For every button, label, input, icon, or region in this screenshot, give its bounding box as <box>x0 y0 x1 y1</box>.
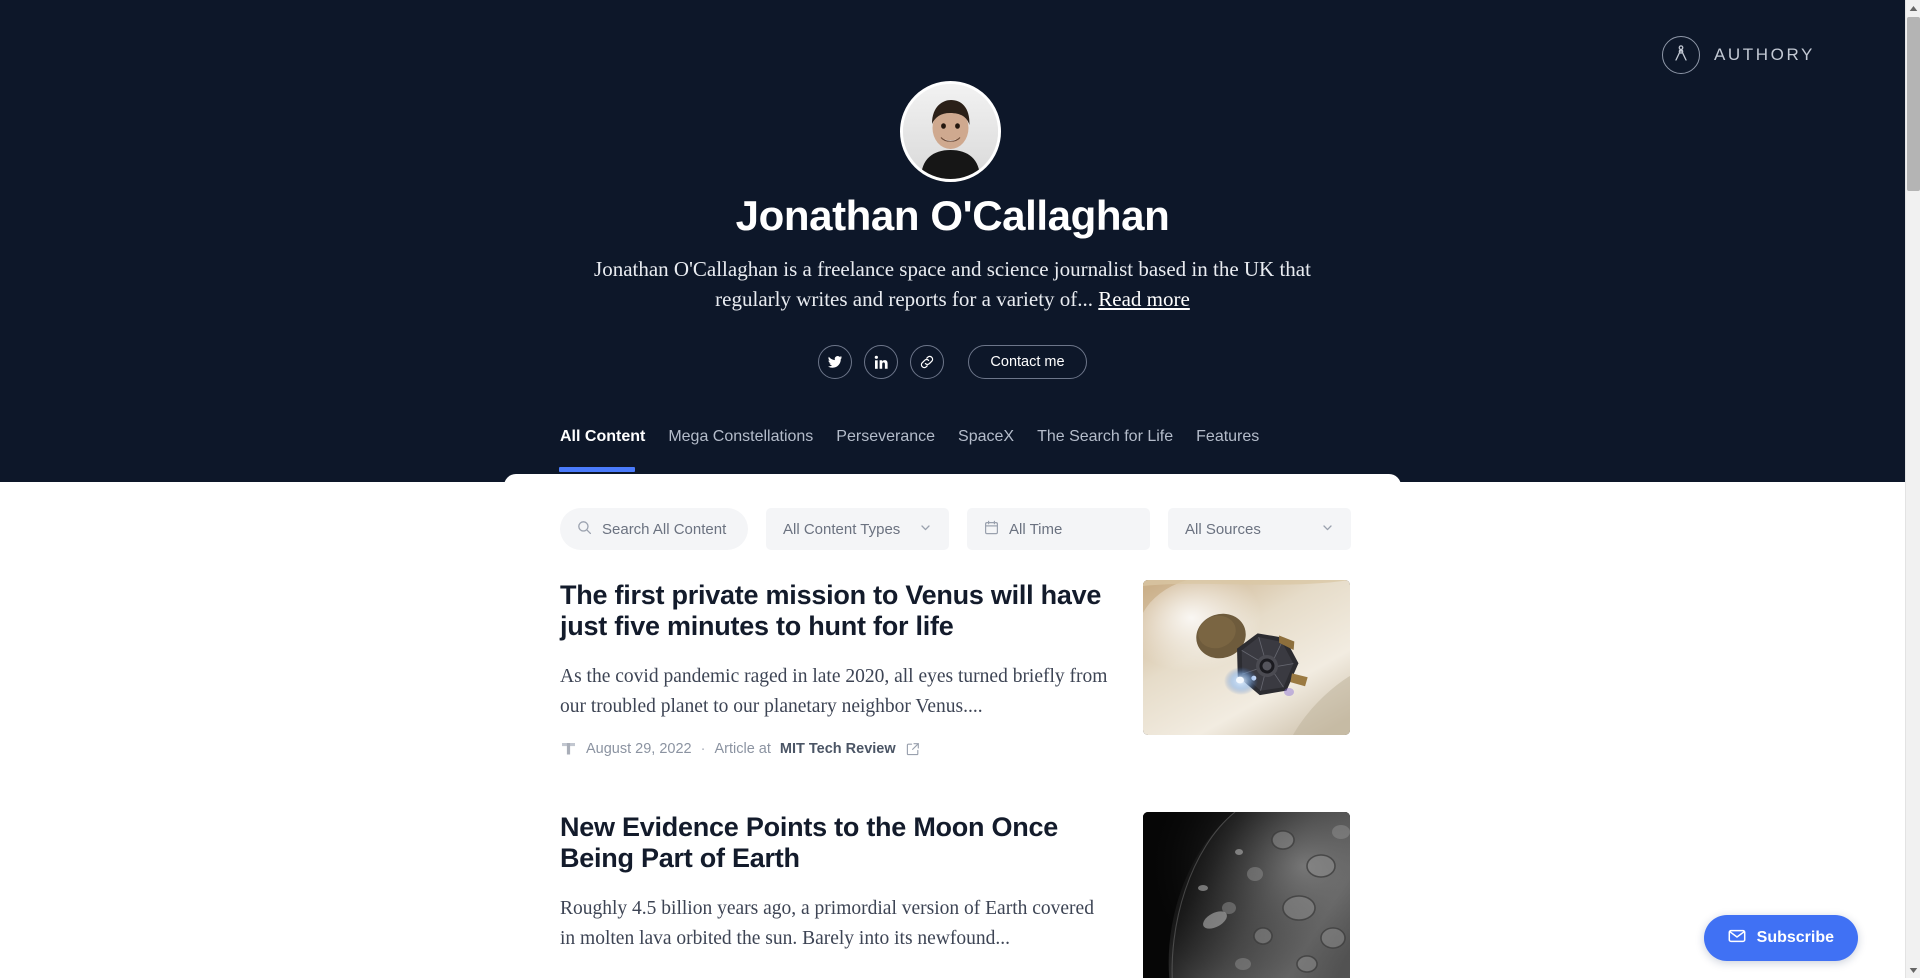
scroll-up-arrow-icon[interactable] <box>1906 0 1920 16</box>
list-item: New Evidence Points to the Moon Once Bei… <box>560 812 1350 978</box>
social-links: Contact me <box>0 345 1905 379</box>
tab-spacex[interactable]: SpaceX <box>958 428 1037 472</box>
search-input[interactable]: Search All Content <box>560 508 748 550</box>
content-tabs: All Content Mega Constellations Persever… <box>558 428 1282 472</box>
authory-logo[interactable]: AUTHORY <box>1661 36 1815 74</box>
envelope-icon <box>1728 927 1746 950</box>
chevron-down-icon <box>1321 521 1334 538</box>
article-date: August 29, 2022 <box>586 740 692 757</box>
linkedin-icon[interactable] <box>864 345 899 379</box>
article-thumbnail[interactable] <box>1143 812 1350 978</box>
contact-me-button[interactable]: Contact me <box>968 345 1087 379</box>
calendar-icon <box>984 520 999 539</box>
content-type-value: All Content Types <box>783 520 901 538</box>
scrollbar[interactable] <box>1905 0 1920 978</box>
scrollbar-thumb[interactable] <box>1907 17 1920 191</box>
page-title: Jonathan O'Callaghan <box>735 192 1170 239</box>
filter-bar: Search All Content All Content Types All… <box>560 508 1351 550</box>
chevron-down-icon <box>919 521 932 538</box>
profile-bio: Jonathan O'Callaghan is a freelance spac… <box>588 254 1318 314</box>
mit-tech-review-icon <box>560 740 577 757</box>
read-more-link[interactable]: Read more <box>1098 287 1190 311</box>
avatar <box>899 81 1001 182</box>
search-icon <box>577 520 592 539</box>
external-link-icon[interactable] <box>905 740 922 757</box>
time-filter-value: All Time <box>1009 520 1063 538</box>
tab-mega-constellations[interactable]: Mega Constellations <box>668 428 836 472</box>
sources-dropdown[interactable]: All Sources <box>1168 508 1351 550</box>
article-text-block: The first private mission to Venus will … <box>560 580 1110 757</box>
list-item: The first private mission to Venus will … <box>560 580 1350 757</box>
tab-perseverance[interactable]: Perseverance <box>836 428 958 472</box>
authory-logo-text: AUTHORY <box>1713 45 1815 64</box>
article-excerpt: As the covid pandemic raged in late 2020… <box>560 666 1108 717</box>
article-source[interactable]: MIT Tech Review <box>780 741 896 757</box>
link-icon[interactable] <box>910 345 945 379</box>
twitter-icon[interactable] <box>818 345 853 379</box>
article-text-block: New Evidence Points to the Moon Once Bei… <box>560 812 1110 954</box>
article-meta: August 29, 2022 · Article at MIT Tech Re… <box>560 740 1110 757</box>
article-list: The first private mission to Venus will … <box>560 580 1350 978</box>
hero-header: AUTHORY Jonathan O'Callaghan Jonathan O'… <box>0 0 1905 482</box>
tab-all-content[interactable]: All Content <box>558 428 668 472</box>
search-placeholder: Search All Content <box>602 520 727 538</box>
article-title[interactable]: The first private mission to Venus will … <box>560 580 1110 642</box>
article-title[interactable]: New Evidence Points to the Moon Once Bei… <box>560 812 1110 874</box>
time-filter[interactable]: All Time <box>967 508 1150 550</box>
profile-bio-text: Jonathan O'Callaghan is a freelance spac… <box>594 257 1311 311</box>
article-type-prefix: Article at <box>714 740 771 757</box>
tab-features[interactable]: Features <box>1196 428 1282 472</box>
scroll-down-arrow-icon[interactable] <box>1906 962 1920 978</box>
article-excerpt: Roughly 4.5 billion years ago, a primord… <box>560 898 1094 949</box>
content-type-dropdown[interactable]: All Content Types <box>766 508 949 550</box>
subscribe-label: Subscribe <box>1756 929 1834 946</box>
meta-separator: · <box>700 740 706 757</box>
tab-the-search-for-life[interactable]: The Search for Life <box>1037 428 1196 472</box>
subscribe-button[interactable]: Subscribe <box>1703 915 1858 961</box>
article-thumbnail[interactable] <box>1143 580 1350 735</box>
sources-value: All Sources <box>1185 520 1261 538</box>
authory-compass-icon <box>1661 36 1700 74</box>
